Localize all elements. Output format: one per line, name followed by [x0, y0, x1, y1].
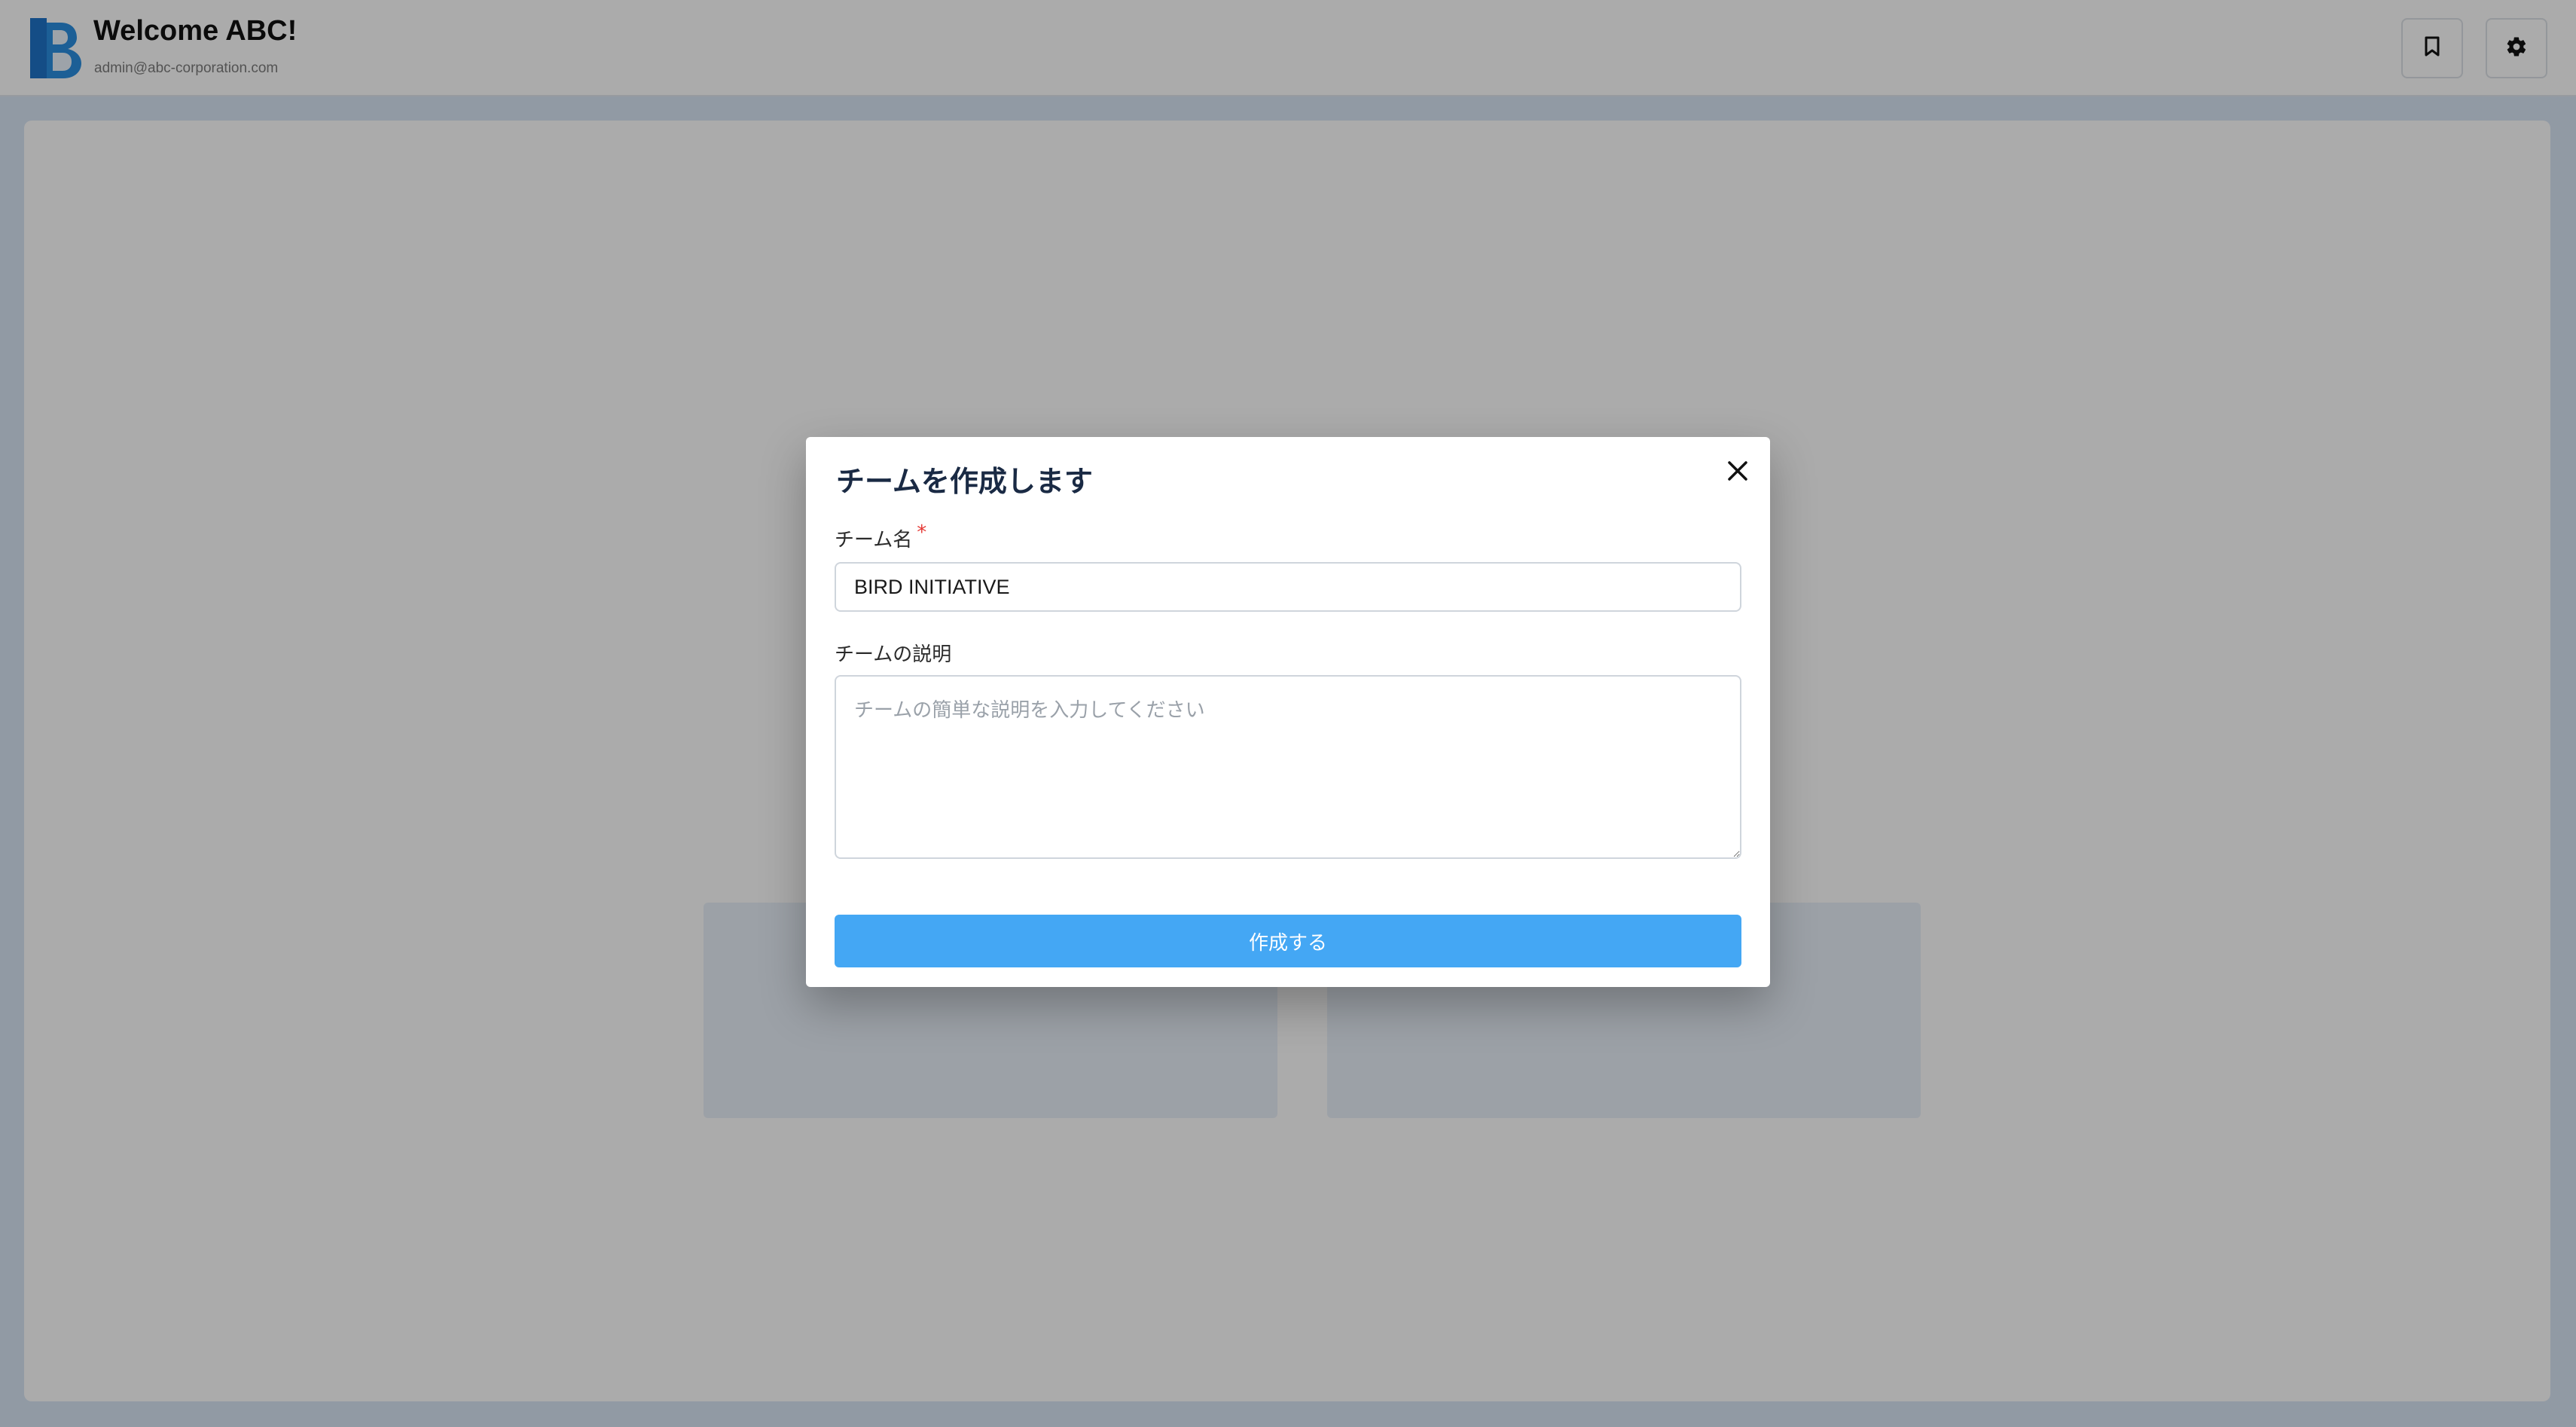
close-button[interactable]	[1720, 455, 1755, 490]
create-button[interactable]: 作成する	[835, 915, 1741, 967]
create-team-modal: チームを作成します チーム名* チームの説明 作成する	[806, 437, 1770, 987]
team-name-label-text: チーム名	[835, 529, 913, 552]
team-name-label: チーム名 *	[835, 521, 927, 552]
team-name-input[interactable]	[835, 562, 1741, 612]
required-mark: *	[917, 521, 927, 544]
close-icon	[1726, 459, 1750, 486]
team-description-input[interactable]	[835, 675, 1741, 859]
modal-title: チームを作成します	[836, 465, 1093, 498]
team-description-label: チームの説明	[835, 643, 952, 666]
